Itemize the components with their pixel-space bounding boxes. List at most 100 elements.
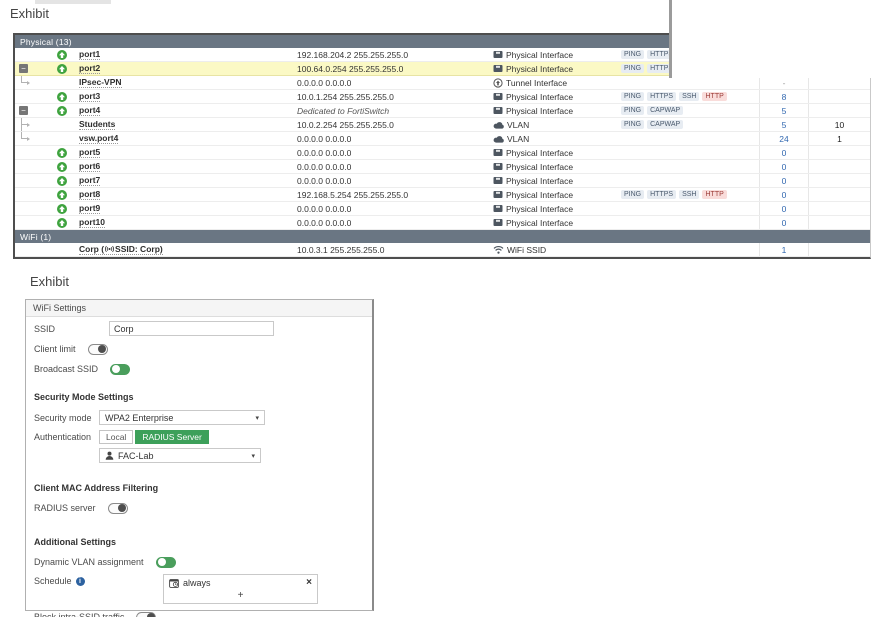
collapse-icon[interactable]: − xyxy=(19,106,28,115)
interface-access-cell xyxy=(614,174,759,187)
authentication-label: Authentication xyxy=(34,432,99,442)
interface-row-port6[interactable]: port60.0.0.0 0.0.0.0Physical Interface0 xyxy=(15,160,870,174)
interface-name-text: port1 xyxy=(79,49,100,60)
interface-row-port4[interactable]: −port4Dedicated to FortiSwitchPhysical I… xyxy=(15,104,870,118)
interface-access-cell xyxy=(614,146,759,159)
ssid-broadcast-icon xyxy=(105,245,114,253)
interface-type-label: Physical Interface xyxy=(506,176,573,186)
add-schedule-button[interactable]: + xyxy=(164,590,317,603)
chevron-down-icon: ▾ xyxy=(251,452,255,460)
interface-type-cell: Physical Interface xyxy=(490,202,614,215)
access-badge-ping: PING xyxy=(621,92,644,101)
remove-schedule-icon[interactable]: × xyxy=(306,578,312,588)
schedule-value: always xyxy=(183,578,211,588)
tree-connector-icon xyxy=(21,132,35,145)
interface-type-label: Physical Interface xyxy=(506,190,573,200)
broadcast-ssid-toggle[interactable] xyxy=(110,364,130,375)
status-cell xyxy=(37,216,79,229)
interface-row-port8[interactable]: port8192.168.5.254 255.255.255.0Physical… xyxy=(15,188,870,202)
interface-ref-cell[interactable]: 0 xyxy=(759,160,808,173)
interface-type-cell: WiFi SSID xyxy=(490,243,614,256)
physical-interface-icon xyxy=(493,190,503,199)
status-cell xyxy=(37,118,79,131)
interface-vlan-id-cell xyxy=(808,243,870,256)
collapse-icon[interactable]: − xyxy=(19,64,28,73)
interface-row-port7[interactable]: port70.0.0.0 0.0.0.0Physical Interface0 xyxy=(15,174,870,188)
block-intra-ssid-toggle[interactable] xyxy=(136,612,156,617)
auth-radius-server-button[interactable]: RADIUS Server xyxy=(135,430,209,444)
interface-type-cell: Physical Interface xyxy=(490,146,614,159)
expand-spacer-cell xyxy=(15,202,37,215)
interface-ref-cell[interactable]: 8 xyxy=(759,90,808,103)
status-cell xyxy=(37,188,79,201)
interface-ref-cell[interactable]: 1 xyxy=(759,243,808,256)
dynamic-vlan-toggle[interactable] xyxy=(156,557,176,568)
collapse-cell[interactable]: − xyxy=(15,104,37,117)
ssid-label: SSID xyxy=(34,324,109,334)
physical-interface-icon xyxy=(493,204,503,213)
interface-ip-cell: 0.0.0.0 0.0.0.0 xyxy=(297,202,490,215)
expand-spacer-cell xyxy=(15,243,37,256)
tunnel-interface-icon xyxy=(493,78,503,88)
interface-ip-cell: 10.0.2.254 255.255.255.0 xyxy=(297,118,490,131)
access-badge-ping: PING xyxy=(621,64,644,73)
physical-interface-icon xyxy=(493,176,503,185)
access-badge-ssh: SSH xyxy=(679,190,699,199)
interface-access-cell: PINGCAPWAP xyxy=(614,104,759,117)
status-cell xyxy=(37,132,79,145)
radius-server-toggle-row: RADIUS server xyxy=(34,501,364,515)
expand-spacer-cell xyxy=(15,90,37,103)
security-mode-select[interactable]: WPA2 Enterprise ▾ xyxy=(99,410,265,425)
interface-row-vsw.port4[interactable]: vsw.port40.0.0.0 0.0.0.0VLAN241 xyxy=(15,132,870,146)
interface-name-cell: port9 xyxy=(79,202,297,215)
interface-access-cell xyxy=(614,202,759,215)
interface-ref-cell[interactable]: 5 xyxy=(759,104,808,117)
ssid-input[interactable] xyxy=(109,321,274,336)
radius-server-select[interactable]: FAC-Lab ▾ xyxy=(99,448,261,463)
interface-access-cell: PINGCAPWAP xyxy=(614,118,759,131)
interface-row-port3[interactable]: port310.0.1.254 255.255.255.0Physical In… xyxy=(15,90,870,104)
interface-ref-cell[interactable]: 0 xyxy=(759,188,808,201)
interface-ref-cell[interactable]: 24 xyxy=(759,132,808,145)
interface-name-cell: port8 xyxy=(79,188,297,201)
expand-spacer-cell xyxy=(15,132,37,145)
interface-ref-cell[interactable]: 0 xyxy=(759,216,808,229)
interface-row-port5[interactable]: port50.0.0.0 0.0.0.0Physical Interface0 xyxy=(15,146,870,160)
interface-ref-cell[interactable]: 5 xyxy=(759,118,808,131)
schedule-entry[interactable]: always × xyxy=(164,575,317,590)
interface-row-Students[interactable]: Students10.0.2.254 255.255.255.0VLANPING… xyxy=(15,118,870,132)
broadcast-ssid-row: Broadcast SSID xyxy=(34,362,364,376)
interface-type-cell: Physical Interface xyxy=(490,48,614,61)
expand-spacer-cell xyxy=(15,146,37,159)
auth-local-button[interactable]: Local xyxy=(99,430,133,444)
interface-name-cell: port3 xyxy=(79,90,297,103)
interface-row-Corp[interactable]: Corp ( SSID: Corp)10.0.3.1 255.255.255.0… xyxy=(15,243,870,257)
interface-ref-cell[interactable]: 0 xyxy=(759,146,808,159)
radius-server-toggle[interactable] xyxy=(108,503,128,514)
interface-ip-cell: 0.0.0.0 0.0.0.0 xyxy=(297,146,490,159)
interface-row-port10[interactable]: port100.0.0.0 0.0.0.0Physical Interface0 xyxy=(15,216,870,230)
interface-vlan-id-cell xyxy=(808,90,870,103)
interface-type-label: Physical Interface xyxy=(506,64,573,74)
physical-interface-icon xyxy=(493,64,503,73)
interface-row-IPsec-VPN[interactable]: IPsec-VPN0.0.0.0 0.0.0.0Tunnel Interface… xyxy=(15,76,870,90)
interface-ip-cell: 0.0.0.0 0.0.0.0 xyxy=(297,132,490,145)
tree-connector-icon xyxy=(21,76,35,89)
additional-settings-header: Additional Settings xyxy=(34,535,364,549)
interface-ref-cell[interactable]: 0 xyxy=(759,174,808,187)
interface-type-cell: Physical Interface xyxy=(490,188,614,201)
client-limit-toggle[interactable] xyxy=(88,344,108,355)
interface-vlan-id-cell xyxy=(808,174,870,187)
table-section-header: WiFi (1) xyxy=(15,230,870,243)
physical-interface-icon xyxy=(493,218,503,227)
access-badge-ping: PING xyxy=(621,50,644,59)
interface-ref-cell[interactable]: 0 xyxy=(759,202,808,215)
interface-ip-cell: 0.0.0.0 0.0.0.0 xyxy=(297,174,490,187)
collapse-cell[interactable]: − xyxy=(15,62,37,75)
interface-row-port9[interactable]: port90.0.0.0 0.0.0.0Physical Interface 0 xyxy=(15,202,870,216)
scrollbar-line[interactable] xyxy=(669,0,672,78)
status-cell xyxy=(37,174,79,187)
client-mac-filtering-header: Client MAC Address Filtering xyxy=(34,481,364,495)
interface-access-cell xyxy=(614,243,759,256)
radius-server-label: RADIUS server xyxy=(34,503,96,513)
